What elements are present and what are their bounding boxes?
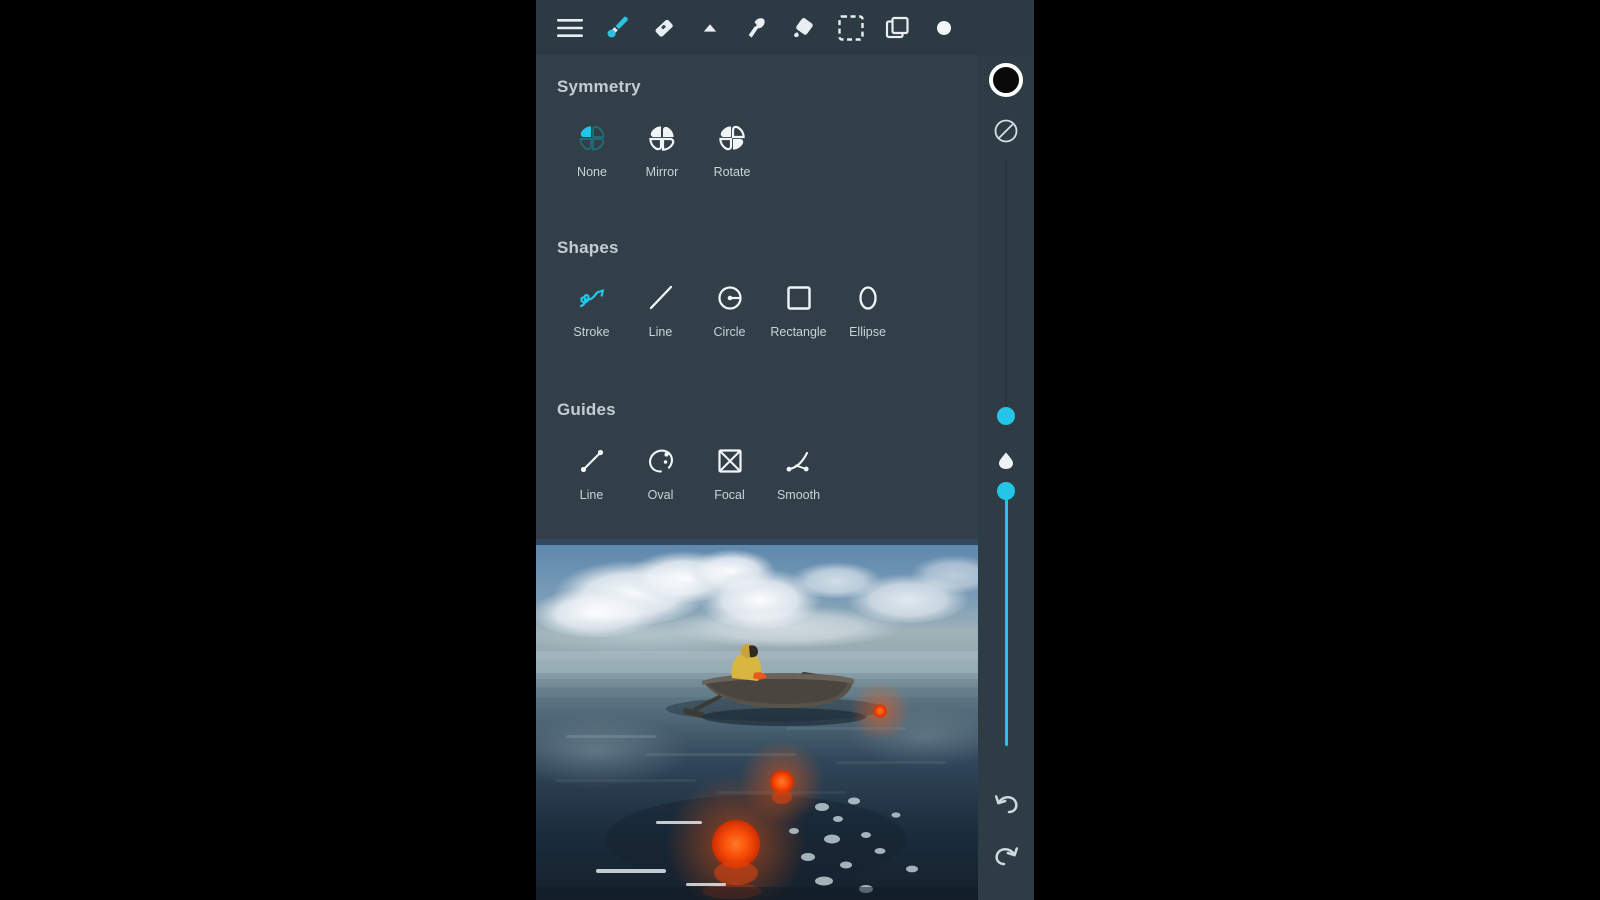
rail-top-spacer xyxy=(978,0,1034,55)
dot-icon[interactable] xyxy=(926,10,962,46)
shapes-option-row: Stroke Line xyxy=(557,275,902,339)
ellipse-icon xyxy=(852,275,884,321)
line-icon xyxy=(645,275,677,321)
guide-option-label: Smooth xyxy=(777,488,820,502)
rectangle-icon xyxy=(783,275,815,321)
symmetry-none-icon xyxy=(576,115,608,161)
smudge-icon[interactable] xyxy=(739,10,775,46)
eraser-icon[interactable] xyxy=(646,10,682,46)
symmetry-mirror-icon xyxy=(646,115,678,161)
artwork-painting xyxy=(536,539,978,900)
circle-radius-icon xyxy=(714,275,746,321)
tool-options-panel: Symmetry None xyxy=(536,55,978,539)
symmetry-option-label: Rotate xyxy=(714,165,751,179)
right-toolbar-rail xyxy=(978,0,1034,900)
shape-option-ellipse[interactable]: Ellipse xyxy=(833,275,902,339)
shape-option-rectangle[interactable]: Rectangle xyxy=(764,275,833,339)
color-swatch-circle xyxy=(989,63,1023,97)
caret-up-icon[interactable] xyxy=(692,10,728,46)
guide-option-label: Oval xyxy=(648,488,674,502)
top-toolbar xyxy=(536,0,978,55)
brush-size-slider-track[interactable] xyxy=(1005,160,1007,415)
guide-option-label: Focal xyxy=(714,488,745,502)
symmetry-option-mirror[interactable]: Mirror xyxy=(627,115,697,179)
section-title-guides: Guides xyxy=(557,400,616,420)
symmetry-option-label: None xyxy=(577,165,607,179)
guide-option-oval[interactable]: Oval xyxy=(626,438,695,502)
guides-option-row: Line Oval xyxy=(557,438,833,502)
guide-option-label: Line xyxy=(580,488,604,502)
brush-opacity-slider-track[interactable] xyxy=(1005,494,1008,746)
symmetry-option-rotate[interactable]: Rotate xyxy=(697,115,767,179)
guide-option-line[interactable]: Line xyxy=(557,438,626,502)
section-title-symmetry: Symmetry xyxy=(557,77,641,97)
artwork-canvas[interactable] xyxy=(536,539,978,900)
shape-option-label: Rectangle xyxy=(770,325,826,339)
guide-smooth-icon xyxy=(783,438,815,484)
guide-oval-icon xyxy=(645,438,677,484)
shape-option-label: Line xyxy=(649,325,673,339)
guide-focal-icon xyxy=(714,438,746,484)
marquee-select-icon[interactable] xyxy=(833,10,869,46)
hamburger-menu-icon[interactable] xyxy=(552,10,588,46)
paintbrush-icon[interactable] xyxy=(599,10,635,46)
brush-size-slider-handle[interactable] xyxy=(997,407,1015,425)
symmetry-rotate-icon xyxy=(716,115,748,161)
blend-mode-none-icon[interactable] xyxy=(978,115,1034,147)
shape-option-label: Ellipse xyxy=(849,325,886,339)
guide-option-smooth[interactable]: Smooth xyxy=(764,438,833,502)
redo-button[interactable] xyxy=(978,838,1034,872)
symmetry-option-row: None Mirror xyxy=(557,115,767,179)
screen: Symmetry None xyxy=(0,0,1600,900)
guide-option-focal[interactable]: Focal xyxy=(695,438,764,502)
undo-button[interactable] xyxy=(978,786,1034,820)
paint-bucket-icon[interactable] xyxy=(786,10,822,46)
layers-icon[interactable] xyxy=(879,10,915,46)
section-title-shapes: Shapes xyxy=(557,238,619,258)
opacity-droplet-icon[interactable] xyxy=(978,446,1034,474)
shape-option-label: Stroke xyxy=(573,325,609,339)
guide-line-icon xyxy=(576,438,608,484)
shape-option-stroke[interactable]: Stroke xyxy=(557,275,626,339)
stroke-squiggle-icon xyxy=(576,275,608,321)
shape-option-circle[interactable]: Circle xyxy=(695,275,764,339)
color-swatch[interactable] xyxy=(978,62,1034,98)
symmetry-option-label: Mirror xyxy=(646,165,679,179)
app-window: Symmetry None xyxy=(536,0,1034,900)
shape-option-line[interactable]: Line xyxy=(626,275,695,339)
shape-option-label: Circle xyxy=(714,325,746,339)
symmetry-option-none[interactable]: None xyxy=(557,115,627,179)
